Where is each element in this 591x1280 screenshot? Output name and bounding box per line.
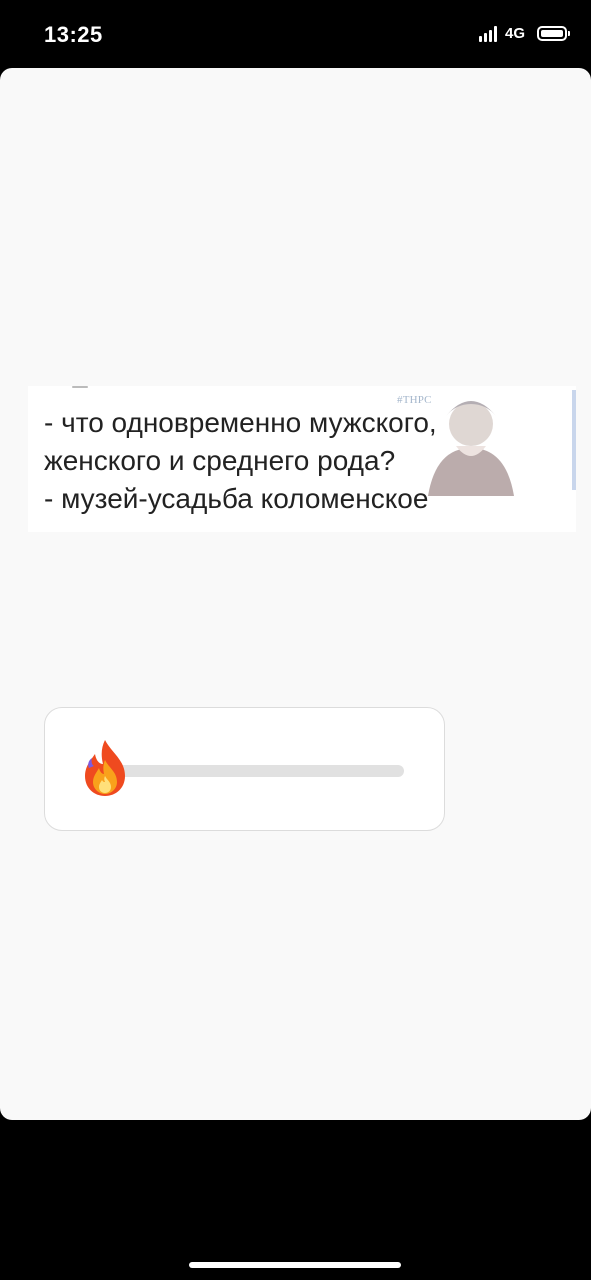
network-label: 4G bbox=[504, 24, 525, 42]
status-icons: 4G bbox=[478, 24, 570, 42]
meme-dash bbox=[72, 386, 88, 388]
meme-line: женского и среднего рода? bbox=[44, 445, 396, 476]
signal-bars-icon bbox=[478, 24, 497, 42]
meme-line: - музей-усадьба коломенское bbox=[44, 483, 429, 514]
status-time: 13:25 bbox=[44, 22, 103, 47]
home-indicator[interactable] bbox=[189, 1262, 401, 1268]
meme-edge bbox=[572, 390, 576, 490]
fire-emoji-icon[interactable] bbox=[81, 738, 129, 798]
meme-text: - что одновременно мужского, женского и … bbox=[44, 404, 437, 518]
story-card[interactable]: #THPC - что одновременно мужского, женск… bbox=[0, 68, 591, 1120]
story-screen: 13:25 4G #THPC - что одновременно мужско… bbox=[0, 0, 591, 1280]
status-bar: 13:25 4G bbox=[0, 0, 591, 68]
meme-line: - что одновременно мужского, bbox=[44, 407, 437, 438]
emoji-slider[interactable] bbox=[44, 707, 445, 831]
meme-image: #THPC - что одновременно мужского, женск… bbox=[28, 386, 576, 532]
slider-track[interactable] bbox=[105, 765, 404, 777]
battery-icon bbox=[537, 25, 570, 41]
